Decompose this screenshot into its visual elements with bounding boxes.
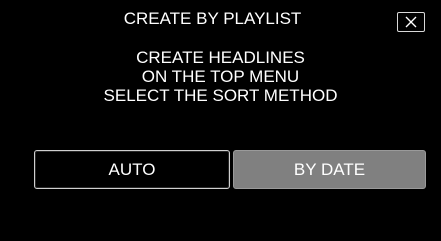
by-date-button[interactable]: BY DATE: [233, 150, 426, 189]
message-line: CREATE HEADLINES: [136, 48, 305, 67]
close-icon: [405, 16, 417, 28]
playlist-dialog: CREATE BY PLAYLIST CREATE HEADLINES ON T…: [0, 0, 441, 241]
auto-button-label: AUTO: [108, 159, 156, 179]
message-line: ON THE TOP MENU: [141, 67, 300, 86]
auto-button[interactable]: AUTO: [34, 150, 230, 189]
message-line: SELECT THE SORT METHOD: [103, 86, 338, 105]
by-date-button-label: BY DATE: [293, 159, 366, 179]
dialog-message: CREATE HEADLINES ON THE TOP MENU SELECT …: [0, 48, 441, 105]
dialog-title: CREATE BY PLAYLIST: [123, 9, 302, 28]
close-button[interactable]: [397, 12, 425, 32]
